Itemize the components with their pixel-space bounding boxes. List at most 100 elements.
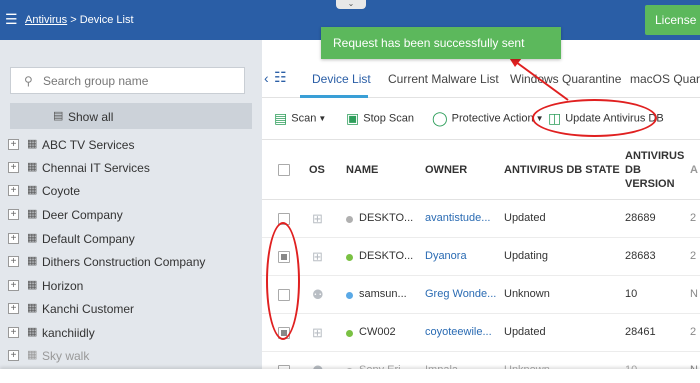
chevron-down-icon[interactable]: ⌄ <box>336 0 366 9</box>
owner-link[interactable]: Dyanora <box>425 250 467 262</box>
chevron-left-icon[interactable]: ‹ <box>264 70 269 86</box>
device-name-link[interactable]: samsun... <box>359 288 407 300</box>
group-label: Deer Company <box>42 208 123 222</box>
expand-icon[interactable]: + <box>8 256 19 267</box>
table-row[interactable]: ⊞ DESKTO... avantistude... Updated 28689 2 <box>262 200 700 238</box>
group-item[interactable]: + ▦ Default Company <box>8 229 258 249</box>
group-item[interactable]: + ▦ kanchiidly <box>8 323 258 343</box>
building-icon: ▦ <box>27 349 38 361</box>
building-icon: ▦ <box>27 279 38 291</box>
building-icon: ▦ <box>27 302 38 314</box>
expand-icon[interactable]: + <box>8 185 19 196</box>
col-db-state[interactable]: ANTIVIRUS DB STATE <box>504 163 620 177</box>
breadcrumb-separator: > <box>67 14 80 26</box>
shield-icon: ◯ <box>432 110 448 126</box>
col-extra[interactable]: A <box>690 163 698 177</box>
expand-icon[interactable]: + <box>8 162 19 173</box>
breadcrumb-current: Device List <box>79 14 134 26</box>
group-item[interactable]: + ▦ Horizon <box>8 276 258 296</box>
show-all-button[interactable]: ▤ Show all <box>10 103 252 129</box>
success-toast: Request has been successfully sent <box>321 27 561 59</box>
status-dot <box>346 254 353 261</box>
col-name[interactable]: NAME <box>346 163 378 177</box>
breadcrumb-antivirus-link[interactable]: Antivirus <box>25 14 67 26</box>
torn-edge <box>0 369 700 383</box>
expand-icon[interactable]: + <box>8 327 19 338</box>
table-row[interactable]: ⊞ CW002 coyoteewile... Updated 28461 2 <box>262 314 700 352</box>
group-item[interactable]: + ▦ Dithers Construction Company <box>8 252 258 272</box>
expand-icon[interactable]: + <box>8 303 19 314</box>
android-icon: ⚉ <box>312 287 324 302</box>
expand-icon[interactable]: + <box>8 139 19 150</box>
status-dot <box>346 330 353 337</box>
group-label: ABC TV Services <box>42 138 135 152</box>
table-header: OS NAME OWNER ANTIVIRUS DB STATE ANTIVIR… <box>262 140 700 200</box>
db-version: 28683 <box>625 250 656 262</box>
group-item[interactable]: + ▦ Chennai IT Services <box>8 158 258 178</box>
group-item[interactable]: + ▦ ABC TV Services <box>8 135 258 155</box>
expand-icon[interactable]: + <box>8 209 19 220</box>
show-all-label: Show all <box>68 110 114 124</box>
owner-link[interactable]: avantistude... <box>425 212 490 224</box>
table-row[interactable]: ⊞ DESKTO... Dyanora Updating 28683 2 <box>262 238 700 276</box>
tab-windows-quarantine[interactable]: Windows Quarantine <box>510 72 621 86</box>
search-icon: ⚲ <box>24 74 33 88</box>
expand-icon[interactable]: + <box>8 280 19 291</box>
menu-icon[interactable]: ☰ <box>5 12 18 26</box>
windows-icon: ⊞ <box>312 325 323 340</box>
col-os[interactable]: OS <box>309 163 325 177</box>
scan-icon: ▤ <box>274 110 288 126</box>
network-icon: ▤ <box>53 110 64 122</box>
group-label: Horizon <box>42 279 84 293</box>
device-name-link[interactable]: DESKTO... <box>359 250 413 262</box>
db-state: Updating <box>504 250 549 262</box>
search-input[interactable] <box>43 73 238 89</box>
group-sidebar: ⚲ ▤ Show all + ▦ ABC TV Services + ▦ Chennai… <box>0 40 262 383</box>
extra-cell: 2 <box>690 326 697 338</box>
breadcrumb: Antivirus > Device List <box>25 14 134 26</box>
annotation-circle-checkboxes <box>266 222 300 340</box>
owner-link[interactable]: Greg Wonde... <box>425 288 496 300</box>
windows-icon: ⊞ <box>312 249 323 264</box>
caret-down-icon: ▼ <box>318 114 327 123</box>
expand-icon[interactable]: + <box>8 233 19 244</box>
select-all-checkbox[interactable] <box>278 164 290 176</box>
db-version: 28461 <box>625 326 656 338</box>
license-button[interactable]: License <box>645 5 700 35</box>
group-label: Kanchi Customer <box>42 302 135 316</box>
building-icon: ▦ <box>27 184 38 196</box>
group-item[interactable]: + ▦ Coyote <box>8 181 258 201</box>
building-icon: ▦ <box>27 255 38 267</box>
group-label: Sky walk <box>42 349 90 363</box>
scan-button[interactable]: ▤ Scan ▼ <box>274 110 326 128</box>
group-label: Dithers Construction Company <box>42 255 206 269</box>
group-label: Chennai IT Services <box>42 161 150 175</box>
group-item[interactable]: + ▦ Kanchi Customer <box>8 299 258 319</box>
group-label: Default Company <box>42 232 135 246</box>
building-icon: ▦ <box>27 208 38 220</box>
tab-macos-quarantine[interactable]: macOS Quaran <box>630 72 700 86</box>
extra-cell: 2 <box>690 212 697 224</box>
col-db-version[interactable]: ANTIVIRUS DB VERSION <box>625 149 684 191</box>
protective-action-button[interactable]: ◯ Protective Action ▼ <box>432 110 544 128</box>
building-icon: ▦ <box>27 232 38 244</box>
group-item[interactable]: + ▦ Deer Company <box>8 205 258 225</box>
stop-scan-button[interactable]: ▣ Stop Scan <box>346 110 414 128</box>
device-name-link[interactable]: CW002 <box>359 326 396 338</box>
table-row[interactable]: ⚉ samsun... Greg Wonde... Unknown 10 N <box>262 276 700 314</box>
group-label: kanchiidly <box>42 326 95 340</box>
expand-icon[interactable]: + <box>8 350 19 361</box>
stop-scan-icon: ▣ <box>346 110 360 126</box>
building-icon: ▦ <box>27 161 38 173</box>
tree-toggle-icon[interactable]: ☷ <box>274 69 287 86</box>
annotation-circle-update <box>532 99 657 137</box>
col-owner[interactable]: OWNER <box>425 163 467 177</box>
extra-cell: N <box>690 288 698 300</box>
db-version: 28689 <box>625 212 656 224</box>
group-search: ⚲ <box>10 67 245 94</box>
device-name-link[interactable]: DESKTO... <box>359 212 413 224</box>
owner-link[interactable]: coyoteewile... <box>425 326 492 338</box>
tab-device-list[interactable]: Device List <box>312 72 371 86</box>
tab-current-malware-list[interactable]: Current Malware List <box>388 72 499 86</box>
group-item[interactable]: + ▦ Sky walk <box>8 346 258 366</box>
